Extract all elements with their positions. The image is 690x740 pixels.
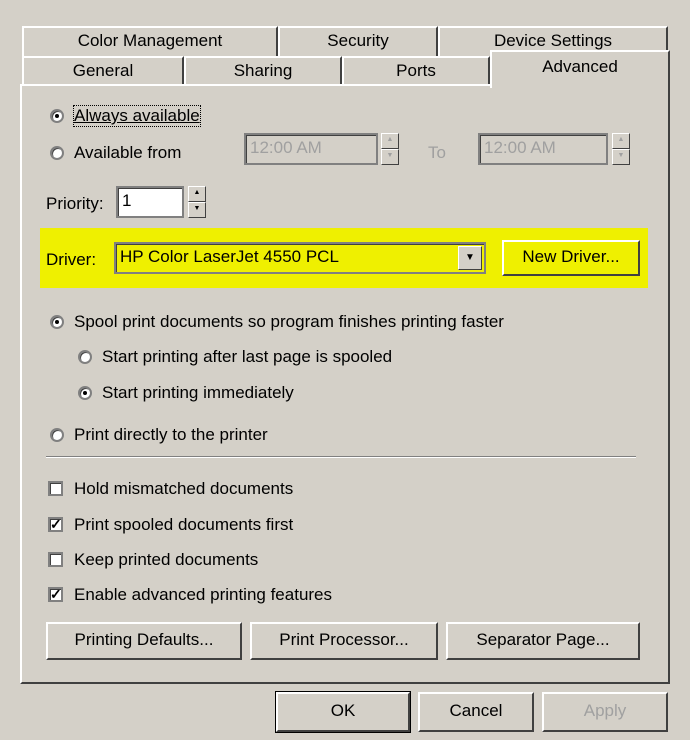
to-time-spinner: ▲ ▼ [612,133,630,165]
spin-up-icon[interactable]: ▲ [188,186,206,202]
driver-select[interactable]: HP Color LaserJet 4550 PCL [114,242,486,274]
spool-radio[interactable] [50,315,64,329]
keep-printed-label[interactable]: Keep printed documents [74,550,258,570]
start-after-last-label[interactable]: Start printing after last page is spoole… [102,347,392,367]
print-spooled-first-label[interactable]: Print spooled documents first [74,515,293,535]
to-time-field: 12:00 AM [478,133,608,165]
tab-ports[interactable]: Ports [342,56,490,86]
start-immediately-radio[interactable] [78,386,92,400]
priority-label: Priority: [46,194,104,213]
spin-up-icon: ▲ [612,133,630,149]
print-direct-label[interactable]: Print directly to the printer [74,425,268,445]
tab-security[interactable]: Security [278,26,438,56]
spin-up-icon: ▲ [381,133,399,149]
separator-page-button[interactable]: Separator Page... [446,622,640,660]
driver-dropdown-button[interactable]: ▼ [458,246,482,270]
apply-button: Apply [542,692,668,732]
available-from-radio[interactable] [50,146,64,160]
section-divider [46,456,636,458]
chevron-down-icon: ▼ [465,252,475,263]
spin-down-icon: ▼ [381,149,399,165]
always-available-radio[interactable] [50,109,64,123]
spin-down-icon[interactable]: ▼ [188,202,206,218]
enable-advanced-label[interactable]: Enable advanced printing features [74,585,332,605]
start-immediately-label[interactable]: Start printing immediately [102,383,294,403]
hold-mismatched-checkbox[interactable] [48,481,63,496]
tab-advanced[interactable]: Advanced [490,50,670,88]
tab-general[interactable]: General [22,56,184,86]
spool-label[interactable]: Spool print documents so program finishe… [74,312,504,332]
spin-down-icon: ▼ [612,149,630,165]
priority-spinner[interactable]: ▲ ▼ [188,186,206,218]
ok-button[interactable]: OK [275,691,411,733]
available-from-label[interactable]: Available from [74,143,181,163]
from-time-spinner: ▲ ▼ [381,133,399,165]
tab-sharing[interactable]: Sharing [184,56,342,86]
keep-printed-checkbox[interactable] [48,552,63,567]
driver-label: Driver: [46,250,97,269]
hold-mismatched-label[interactable]: Hold mismatched documents [74,479,293,499]
printing-defaults-button[interactable]: Printing Defaults... [46,622,242,660]
priority-field[interactable]: 1 [116,186,184,218]
from-time-field: 12:00 AM [244,133,378,165]
print-processor-button[interactable]: Print Processor... [250,622,438,660]
cancel-button[interactable]: Cancel [418,692,534,732]
tab-color-management[interactable]: Color Management [22,26,278,56]
to-label: To [428,143,446,162]
start-after-last-radio[interactable] [78,350,92,364]
enable-advanced-checkbox[interactable]: ✓ [48,587,63,602]
print-direct-radio[interactable] [50,428,64,442]
always-available-label[interactable]: Always available [73,105,201,127]
print-spooled-first-checkbox[interactable]: ✓ [48,517,63,532]
new-driver-button[interactable]: New Driver... [502,240,640,276]
